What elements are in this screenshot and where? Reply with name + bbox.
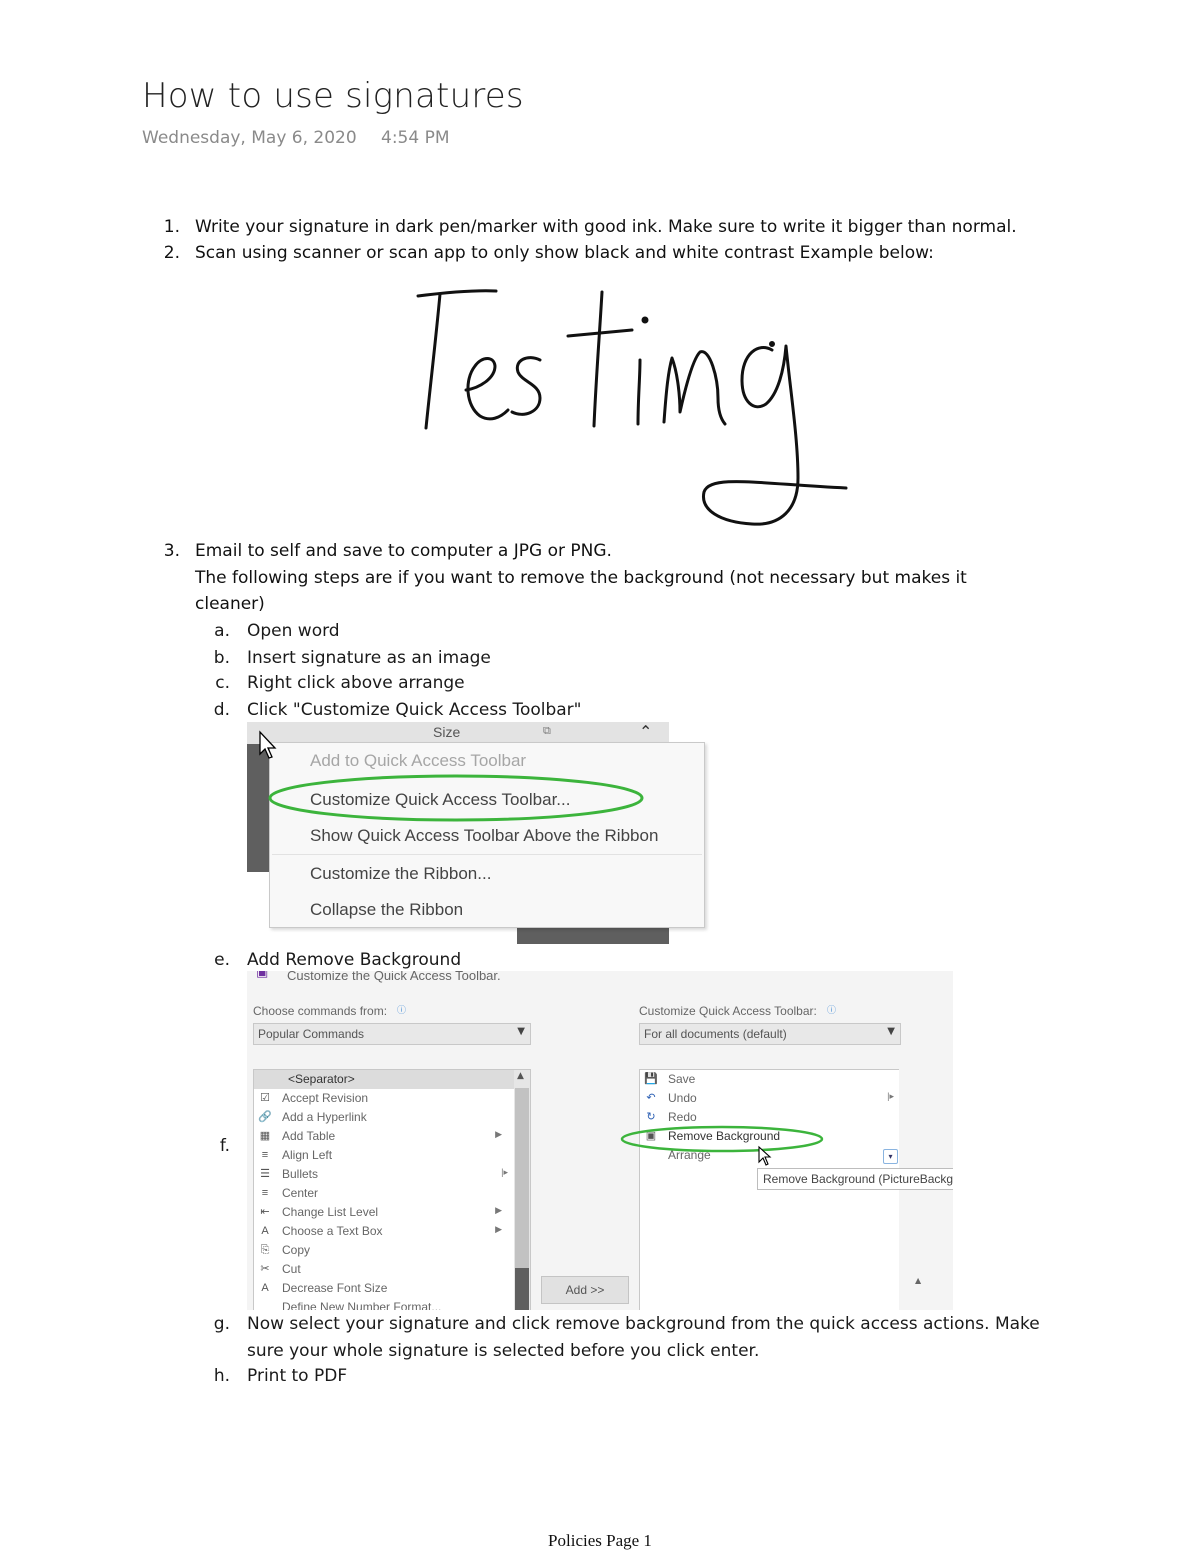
info-icon: ⓘ: [397, 1006, 407, 1016]
substep-letter: e.: [214, 950, 230, 970]
list-item[interactable]: A Choose a Text Box ▶: [254, 1222, 530, 1241]
table-icon: ▦: [259, 1130, 271, 1142]
list-item[interactable]: Define New Number Format...: [254, 1298, 530, 1310]
signature-image: [416, 289, 848, 526]
commands-list[interactable]: <Separator> ☑ Accept Revision 🔗 Add a Hype…: [253, 1069, 531, 1310]
step-text: Write your signature in dark pen/marker …: [195, 217, 1017, 237]
substep-text: Add Remove Background: [247, 950, 462, 970]
list-item[interactable]: ▦ Add Table ▶: [254, 1127, 530, 1146]
context-menu-screenshot: Size ⧉ ⌃ Add to Quick Access Toolbar Cus…: [247, 722, 707, 946]
split-button-icon: |▸: [887, 1091, 894, 1101]
substep-text: Insert signature as an image: [247, 648, 491, 668]
info-icon: ⓘ: [827, 1006, 837, 1016]
customize-qat-select[interactable]: For all documents (default) ▼: [639, 1023, 901, 1045]
substep-text: Right click above arrange: [247, 673, 465, 693]
text-box-icon: A: [261, 1225, 269, 1237]
chevron-right-icon: ▶: [495, 1129, 502, 1139]
list-item[interactable]: ≡ Align Left: [254, 1146, 530, 1165]
dialog-header: Customize the Quick Access Toolbar.: [287, 971, 501, 983]
step-note: cleaner): [195, 594, 265, 614]
cut-icon: ✂: [260, 1263, 270, 1275]
list-item[interactable]: A Decrease Font Size: [254, 1279, 530, 1298]
mouse-cursor-icon: [259, 730, 277, 759]
step-number: 1.: [163, 217, 180, 237]
mouse-cursor-icon: [758, 1145, 772, 1166]
commands-scrollbar[interactable]: ▲: [514, 1070, 530, 1310]
chevron-right-icon: ▶: [495, 1224, 502, 1234]
step-note: The following steps are if you want to r…: [195, 568, 967, 588]
list-item[interactable]: ☑ Accept Revision: [254, 1089, 530, 1108]
choose-commands-select[interactable]: Popular Commands ▼: [253, 1023, 531, 1045]
options-dialog-screenshot: ▣ Customize the Quick Access Toolbar. Ch…: [247, 971, 953, 1310]
chevron-down-icon: ▼: [517, 1026, 525, 1037]
list-item[interactable]: ≡ Center: [254, 1184, 530, 1203]
list-item[interactable]: ⇤ Change List Level ▶: [254, 1203, 530, 1222]
step-text: Email to self and save to computer a JPG…: [195, 541, 612, 561]
center-icon: ≡: [261, 1187, 269, 1199]
substep-text: Print to PDF: [247, 1366, 348, 1386]
accept-revision-icon: ☑: [260, 1092, 270, 1104]
scroll-thumb[interactable]: [515, 1088, 529, 1268]
highlight-ellipse: [268, 774, 644, 822]
decrease-font-icon: A: [261, 1282, 269, 1294]
substep-letter: b.: [213, 648, 230, 668]
step-number: 3.: [163, 541, 180, 561]
qat-icon: ▣: [256, 971, 269, 980]
substep-letter: d.: [213, 700, 230, 720]
step-number: 2.: [163, 243, 180, 263]
align-left-icon: ≡: [261, 1149, 269, 1161]
substep-text: Now select your signature and click remo…: [247, 1314, 1040, 1334]
list-item[interactable]: ⎘ Copy: [254, 1241, 530, 1260]
substep-letter: g.: [213, 1314, 230, 1334]
list-item[interactable]: ↶ Undo |▸: [640, 1089, 900, 1108]
list-level-icon: ⇤: [260, 1206, 270, 1218]
choose-commands-label: Choose commands from:: [253, 1004, 388, 1018]
hyperlink-icon: 🔗: [258, 1111, 272, 1123]
page-time: 4:54 PM: [381, 128, 450, 148]
step-text: Scan using scanner or scan app to only s…: [195, 243, 934, 263]
substep-letter: h.: [213, 1366, 230, 1386]
add-button[interactable]: Add >>: [541, 1276, 629, 1304]
save-icon: 💾: [644, 1073, 658, 1085]
list-item[interactable]: ✂ Cut: [254, 1260, 530, 1279]
highlight-ellipse: [620, 1125, 824, 1153]
substep-letter: f.: [219, 1136, 230, 1156]
customize-qat-label: Customize Quick Access Toolbar:: [639, 1004, 817, 1018]
scroll-thumb: [515, 1268, 529, 1310]
dropdown-icon[interactable]: ▾: [883, 1149, 898, 1164]
page-title: How to use signatures: [142, 76, 524, 116]
undo-icon: ↶: [646, 1092, 656, 1104]
scroll-up-icon[interactable]: ▲: [517, 1071, 524, 1081]
list-item[interactable]: 💾 Save: [640, 1070, 900, 1089]
list-item[interactable]: <Separator>: [254, 1070, 530, 1089]
substep-text: Click "Customize Quick Access Toolbar": [247, 700, 582, 720]
bullets-icon: ☰: [260, 1168, 270, 1180]
page-date: Wednesday, May 6, 2020: [142, 128, 357, 148]
substep-letter: c.: [215, 673, 230, 693]
substep-letter: a.: [214, 621, 230, 641]
tooltip: Remove Background (PictureBackg: [757, 1168, 953, 1190]
move-up-icon[interactable]: ▲: [915, 1276, 921, 1285]
chevron-right-icon: ▶: [495, 1205, 502, 1215]
split-button-icon: |▸: [501, 1167, 508, 1177]
substep-text: Open word: [247, 621, 340, 641]
chevron-down-icon: ▼: [887, 1026, 895, 1037]
list-item[interactable]: 🔗 Add a Hyperlink: [254, 1108, 530, 1127]
page-footer: Policies Page 1: [548, 1531, 652, 1550]
substep-text-continued: sure your whole signature is selected be…: [247, 1341, 760, 1361]
list-item[interactable]: ☰ Bullets |▸: [254, 1165, 530, 1184]
copy-icon: ⎘: [260, 1244, 270, 1256]
